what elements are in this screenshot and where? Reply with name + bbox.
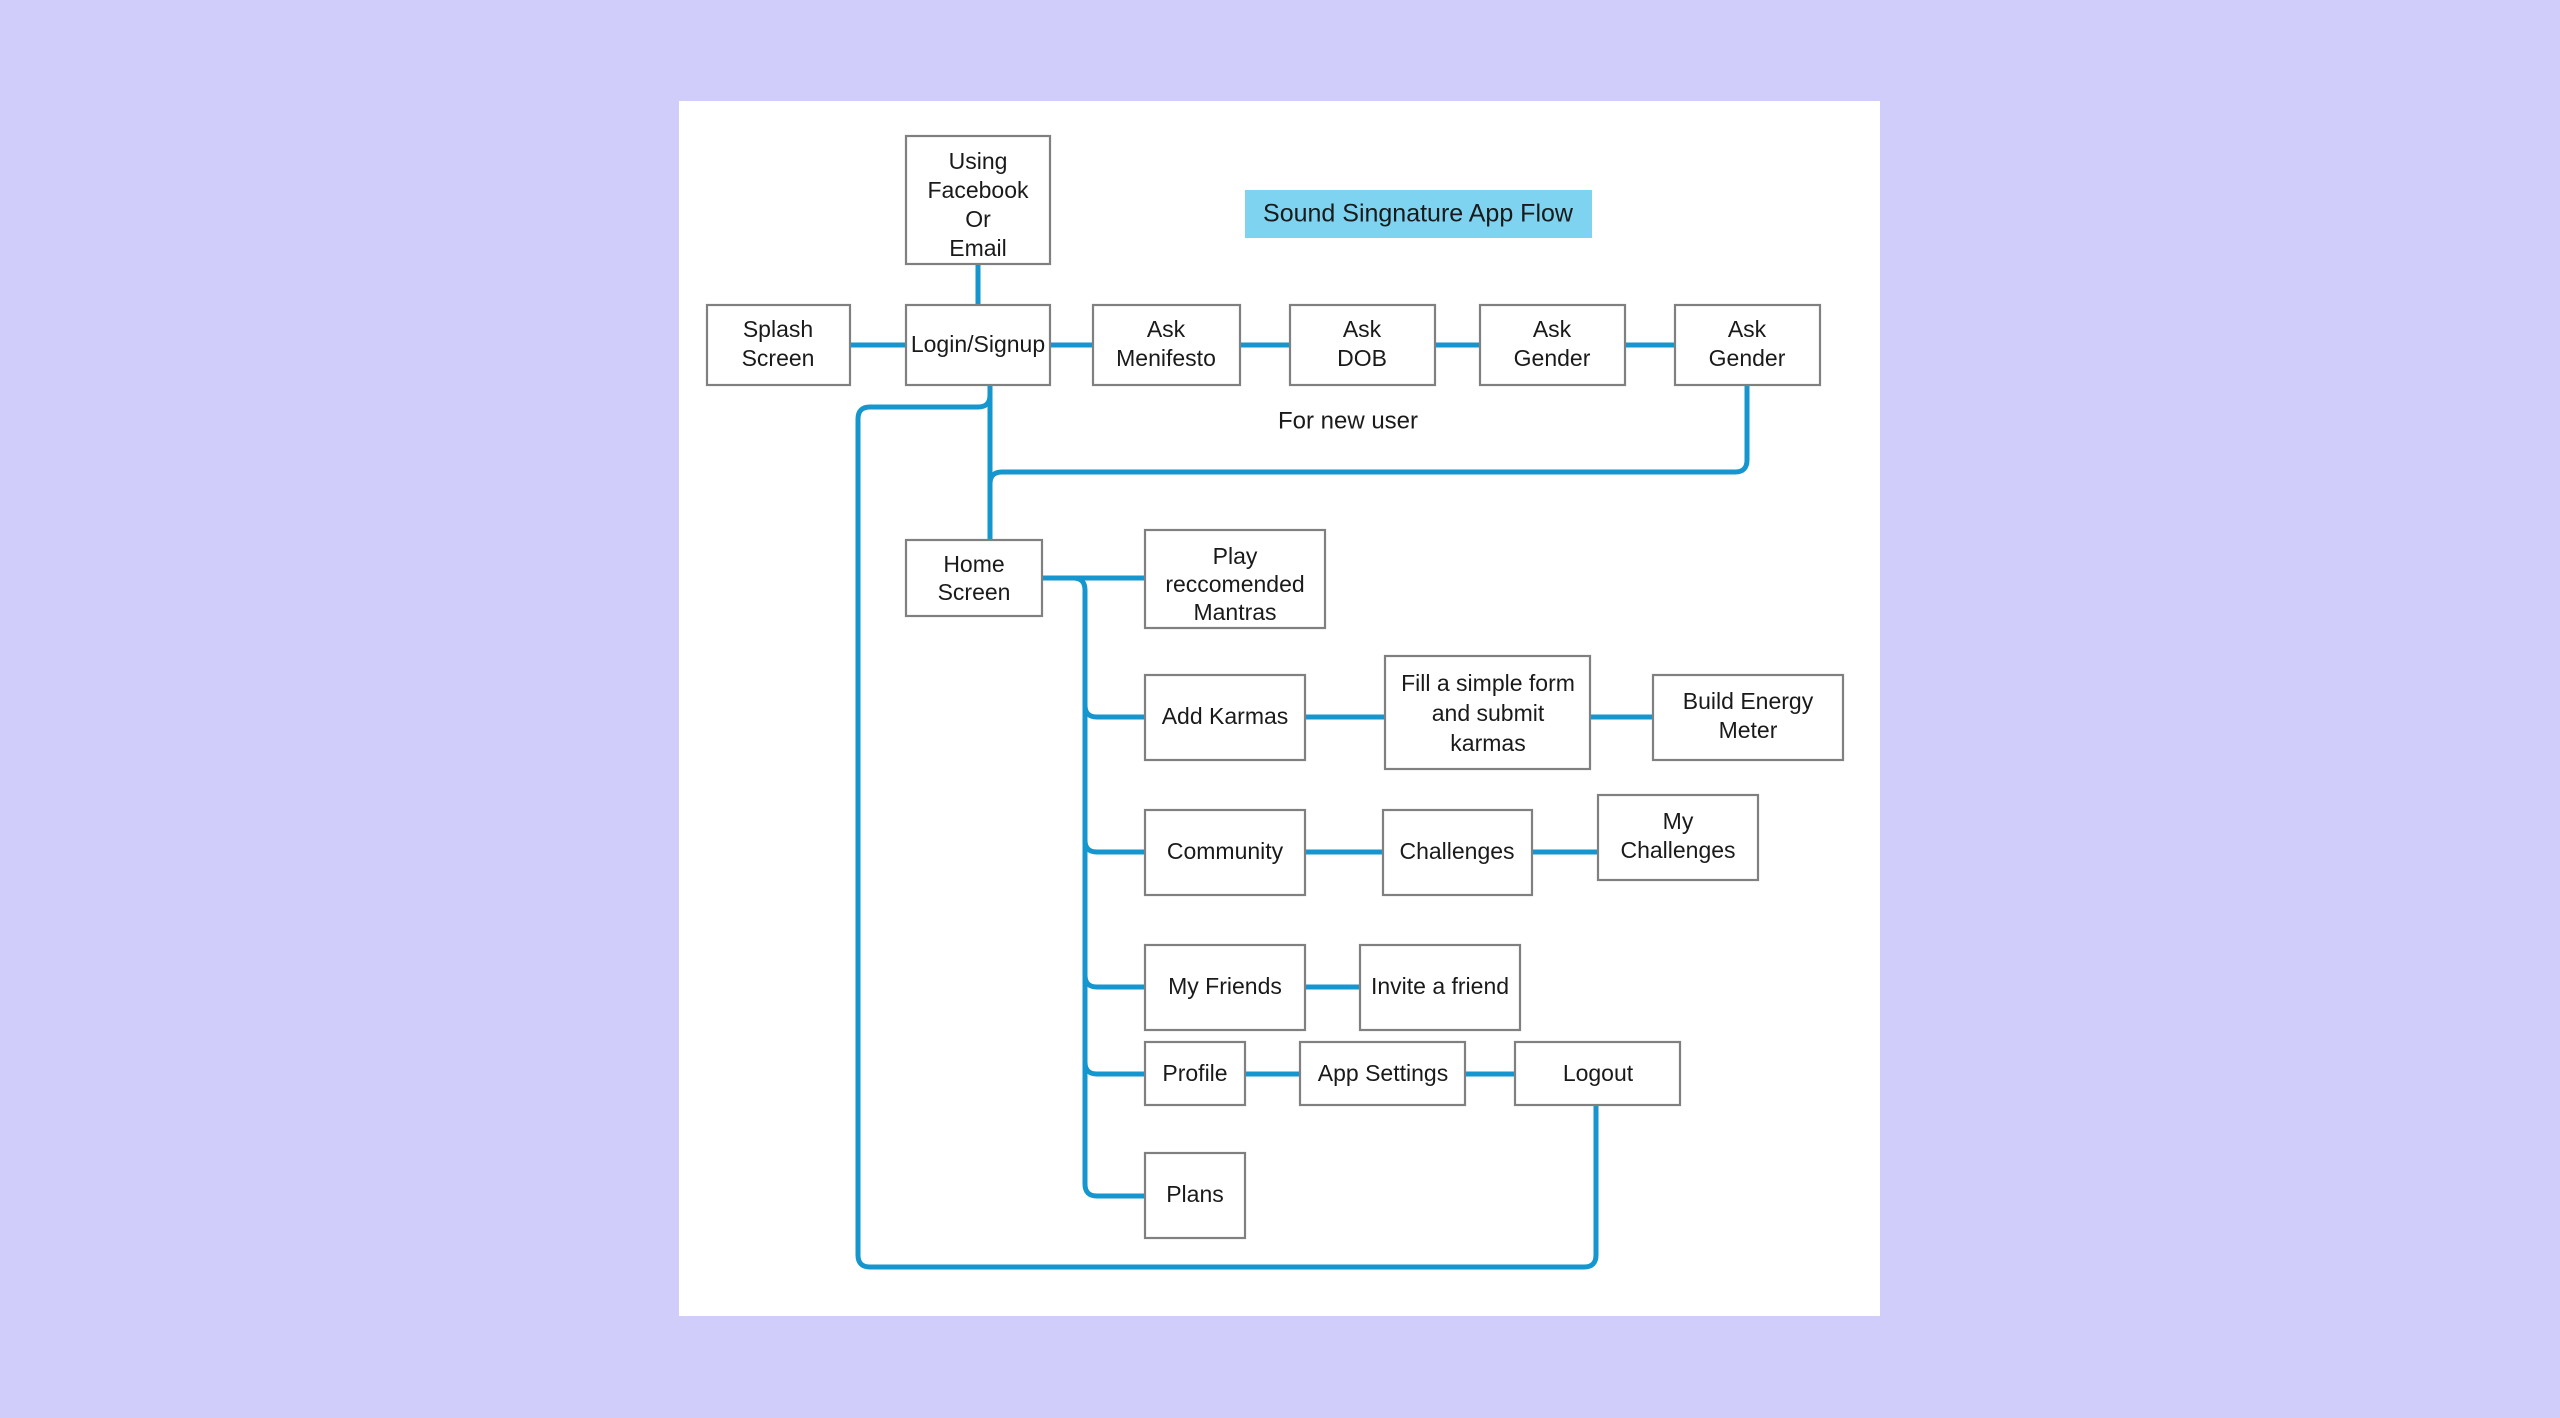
node-plans[interactable]: Plans — [1143, 1151, 1247, 1240]
node-label-line: Meter — [1719, 717, 1778, 743]
connector-branch-add-karmas — [1082, 702, 1148, 720]
node-label-line: Challenges — [1399, 838, 1514, 864]
node-label-line: reccomended — [1165, 571, 1304, 597]
node-label-line: Menifesto — [1116, 345, 1216, 371]
node-label-line: and submit — [1432, 700, 1545, 726]
node-label-line: My Friends — [1168, 973, 1282, 999]
node-label-line: Plans — [1166, 1181, 1224, 1207]
node-label-line: Build Energy — [1683, 688, 1814, 714]
node-label-line: Ask — [1728, 316, 1767, 342]
node-label-line: Login/Signup — [911, 331, 1045, 357]
node-label-line: Invite a friend — [1371, 973, 1509, 999]
node-app-settings[interactable]: App Settings — [1298, 1040, 1467, 1107]
node-label-line: Gender — [1514, 345, 1591, 371]
node-community[interactable]: Community — [1143, 808, 1307, 897]
node-profile[interactable]: Profile — [1143, 1040, 1247, 1107]
connector-home-trunk — [1039, 575, 1148, 1199]
node-label-line: Screen — [742, 345, 815, 371]
node-label-line: Or — [965, 206, 991, 232]
node-label-line: Add Karmas — [1162, 703, 1289, 729]
node-label-line: Ask — [1343, 316, 1382, 342]
node-label-line: Gender — [1709, 345, 1786, 371]
connector-branch-my-friends — [1082, 972, 1148, 990]
node-add-karmas[interactable]: Add Karmas — [1143, 673, 1307, 762]
node-label-line: Email — [949, 235, 1007, 261]
node-label-line: Ask — [1533, 316, 1572, 342]
node-label-line: Mantras — [1193, 599, 1276, 625]
node-label-line: Splash — [743, 316, 813, 342]
node-using-facebook-or-email[interactable]: Using Facebook Or Email — [904, 134, 1052, 266]
node-label-line: Community — [1167, 838, 1284, 864]
node-fill-form-submit-karmas[interactable]: Fill a simple form and submit karmas — [1383, 654, 1592, 771]
node-logout[interactable]: Logout — [1513, 1040, 1682, 1107]
node-label-line: App Settings — [1318, 1060, 1448, 1086]
connector-branch-community — [1082, 837, 1148, 855]
node-ask-dob[interactable]: Ask DOB — [1288, 303, 1437, 387]
node-label-line: Logout — [1563, 1060, 1634, 1086]
node-label-line: Fill a simple form — [1401, 670, 1575, 696]
node-label-line: Play — [1213, 543, 1258, 569]
node-label-line: Ask — [1147, 316, 1186, 342]
node-label-line: Home — [943, 551, 1004, 577]
node-build-energy-meter[interactable]: Build Energy Meter — [1651, 673, 1845, 762]
node-play-recommended-mantras[interactable]: Play reccomended Mantras — [1143, 528, 1327, 630]
node-my-friends[interactable]: My Friends — [1143, 943, 1307, 1032]
node-ask-gender-2[interactable]: Ask Gender — [1673, 303, 1822, 387]
node-label-line: Profile — [1162, 1060, 1227, 1086]
node-ask-menifesto[interactable]: Ask Menifesto — [1091, 303, 1242, 387]
connector-branch-profile — [1082, 1059, 1148, 1077]
node-invite-a-friend[interactable]: Invite a friend — [1358, 943, 1522, 1032]
node-splash-screen[interactable]: Splash Screen — [705, 303, 852, 387]
node-label-line: Challenges — [1620, 837, 1735, 863]
page-background: Using Facebook Or Email Sound Singnature… — [0, 0, 2560, 1418]
node-label-line: Using — [949, 148, 1008, 174]
node-ask-gender-1[interactable]: Ask Gender — [1478, 303, 1627, 387]
node-login-signup[interactable]: Login/Signup — [904, 303, 1052, 387]
node-challenges[interactable]: Challenges — [1381, 808, 1534, 897]
node-label-line: karmas — [1450, 730, 1525, 756]
diagram-title: Sound Singnature App Flow — [1263, 200, 1574, 228]
node-my-challenges[interactable]: My Challenges — [1596, 793, 1760, 882]
node-label-line: DOB — [1337, 345, 1387, 371]
diagram-title-banner: Sound Singnature App Flow — [1245, 190, 1592, 238]
node-home-screen[interactable]: Home Screen — [904, 538, 1044, 618]
node-label-line: My — [1663, 808, 1694, 834]
node-label-line: Screen — [938, 579, 1011, 605]
flowchart-diagram: Using Facebook Or Email Sound Singnature… — [705, 134, 1845, 1270]
annotation-for-new-user: For new user — [1278, 407, 1418, 434]
node-label-line: Facebook — [927, 177, 1029, 203]
